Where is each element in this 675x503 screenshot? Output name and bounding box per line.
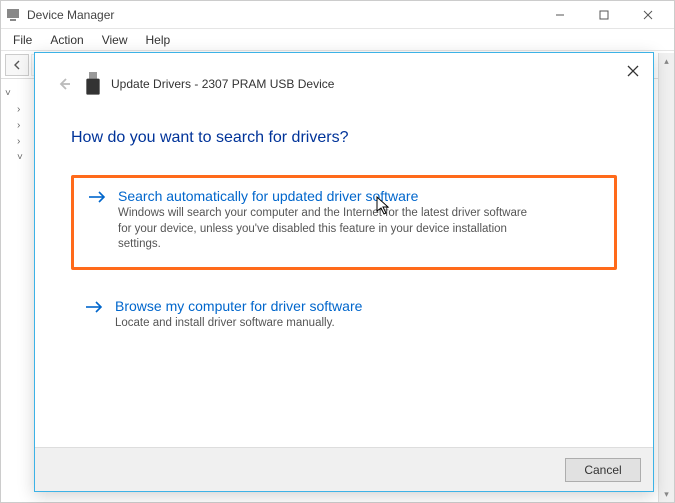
toolbar-back-button[interactable] — [5, 54, 29, 76]
option2-description: Locate and install driver software manua… — [115, 316, 362, 332]
dialog-footer: Cancel — [35, 447, 653, 491]
dm-titlebar: Device Manager — [1, 1, 674, 29]
usb-device-icon — [85, 75, 101, 93]
dialog-title-prefix: Update Drivers - — [111, 77, 202, 91]
menu-action[interactable]: Action — [42, 31, 91, 49]
cancel-button[interactable]: Cancel — [565, 458, 641, 482]
dialog-device-name: 2307 PRAM USB Device — [202, 77, 335, 91]
expand-icon[interactable]: › — [17, 104, 27, 115]
menu-help[interactable]: Help — [138, 31, 179, 49]
expand-icon[interactable]: › — [17, 136, 27, 147]
minimize-button[interactable] — [538, 1, 582, 29]
device-manager-icon — [5, 7, 21, 23]
vertical-scrollbar[interactable]: ▴ ▾ — [658, 53, 674, 502]
option1-title: Search automatically for updated driver … — [118, 188, 538, 204]
dm-menubar: File Action View Help — [1, 29, 674, 51]
scroll-up-button[interactable]: ▴ — [659, 53, 674, 69]
expand-icon[interactable]: ˅ — [17, 152, 27, 163]
menu-file[interactable]: File — [5, 31, 40, 49]
option2-title: Browse my computer for driver software — [115, 298, 362, 314]
option-search-automatically[interactable]: Search automatically for updated driver … — [71, 175, 617, 270]
menu-view[interactable]: View — [94, 31, 136, 49]
expand-icon[interactable]: ˅ — [5, 88, 15, 99]
option1-description: Windows will search your computer and th… — [118, 206, 538, 253]
dm-title: Device Manager — [27, 8, 114, 22]
dialog-close-button[interactable] — [619, 59, 647, 83]
dialog-question: How do you want to search for drivers? — [71, 129, 617, 147]
scroll-down-button[interactable]: ▾ — [659, 486, 674, 502]
scroll-track[interactable] — [659, 69, 674, 486]
dialog-body: How do you want to search for drivers? S… — [35, 105, 653, 345]
option-browse-computer[interactable]: Browse my computer for driver software L… — [71, 288, 617, 346]
maximize-button[interactable] — [582, 1, 626, 29]
close-button[interactable] — [626, 1, 670, 29]
update-drivers-dialog: Update Drivers - 2307 PRAM USB Device Ho… — [34, 52, 654, 492]
dialog-back-button[interactable] — [53, 73, 75, 95]
dialog-header: Update Drivers - 2307 PRAM USB Device — [35, 53, 653, 105]
arrow-right-icon — [85, 300, 103, 332]
arrow-right-icon — [88, 190, 106, 253]
expand-icon[interactable]: › — [17, 120, 27, 131]
dialog-title: Update Drivers - 2307 PRAM USB Device — [111, 77, 334, 91]
